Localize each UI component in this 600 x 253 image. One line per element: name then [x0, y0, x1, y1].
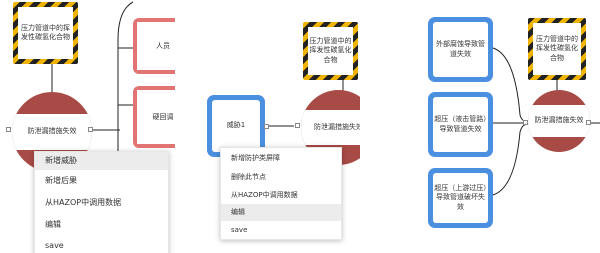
menu-item-add-threat[interactable]: 新增威胁: [35, 152, 168, 170]
threat-connector-handle[interactable]: [264, 124, 269, 129]
top-event-node[interactable]: 防泄漏措施失效: [528, 90, 590, 152]
threat-label: 威胁1: [212, 100, 260, 152]
hazard-label: 压力管道中的挥发性碳氢化合物: [18, 7, 73, 59]
right-connector-handle[interactable]: [586, 120, 591, 125]
threat-node[interactable]: 超压（上游过压）导致管道破坏失效: [428, 168, 493, 228]
top-event-label: 防泄漏措施失效: [301, 110, 360, 145]
menu-item-add-consequence[interactable]: 新增后果: [35, 170, 168, 192]
menu-item-save[interactable]: save: [221, 221, 341, 239]
hazard-label: 压力管道中的挥发性碳氢化合物: [533, 23, 581, 75]
context-menu: 新增防护类屏障 删除此节点 从HAZOP中调用数据 编辑 save: [220, 147, 342, 240]
right-connector-handle[interactable]: [88, 127, 93, 132]
hazard-label: 压力管道中的挥发性碳氢化合物: [308, 27, 353, 75]
threat-label: 超压（上游过压）导致管道破坏失效: [433, 173, 488, 223]
menu-item-import-hazop[interactable]: 从HAZOP中调用数据: [221, 186, 341, 204]
threat-label: 外部腐蚀导致管道失效: [433, 22, 488, 77]
left-connector-handle[interactable]: [295, 123, 300, 128]
threat-node[interactable]: 外部腐蚀导致管道失效: [428, 17, 493, 82]
panel-menu-add-threat: 压力管道中的挥发性碳氢化合物 人员 硬回调 防泄漏措施失效 新增威胁 新增后果 …: [0, 0, 175, 253]
context-menu: 新增威胁 新增后果 从HAZOP中调用数据 编辑 save: [34, 151, 169, 253]
menu-item-import-hazop[interactable]: 从HAZOP中调用数据: [35, 192, 168, 214]
menu-item-save[interactable]: save: [35, 236, 168, 253]
panel-menu-edit: 压力管道中的挥发性碳氢化合物 威胁1 防泄漏措施失效 新增防护类屏障 删除此节点…: [200, 0, 360, 253]
consequence-label: 人员: [137, 22, 175, 70]
threat-label: 超压（液击管路）导致管道失效: [433, 97, 488, 152]
menu-item-edit[interactable]: 编辑: [221, 204, 341, 221]
left-connector-handle[interactable]: [6, 127, 11, 132]
consequence-label: 硬回调: [137, 90, 175, 144]
consequence-node[interactable]: 硬回调: [133, 86, 175, 148]
menu-item-edit[interactable]: 编辑: [35, 214, 168, 236]
hazard-node[interactable]: 压力管道中的挥发性碳氢化合物: [303, 22, 358, 80]
consequence-node[interactable]: 人员: [133, 18, 175, 74]
top-event-label: 防泄漏措施失效: [12, 114, 92, 150]
menu-item-delete-node[interactable]: 删除此节点: [221, 168, 341, 186]
menu-item-add-barrier[interactable]: 新增防护类屏障: [221, 148, 341, 168]
top-event-label: 防泄漏措施失效: [528, 105, 590, 137]
hazard-node[interactable]: 压力管道中的挥发性碳氢化合物: [13, 2, 78, 64]
left-connector-handle[interactable]: [523, 120, 528, 125]
hazard-node[interactable]: 压力管道中的挥发性碳氢化合物: [528, 18, 586, 80]
panel-diagram: 压力管道中的挥发性碳氢化合物 外部腐蚀导致管道失效 超压（液击管路）导致管道失效…: [420, 0, 600, 253]
threat-node[interactable]: 超压（液击管路）导致管道失效: [428, 92, 493, 157]
